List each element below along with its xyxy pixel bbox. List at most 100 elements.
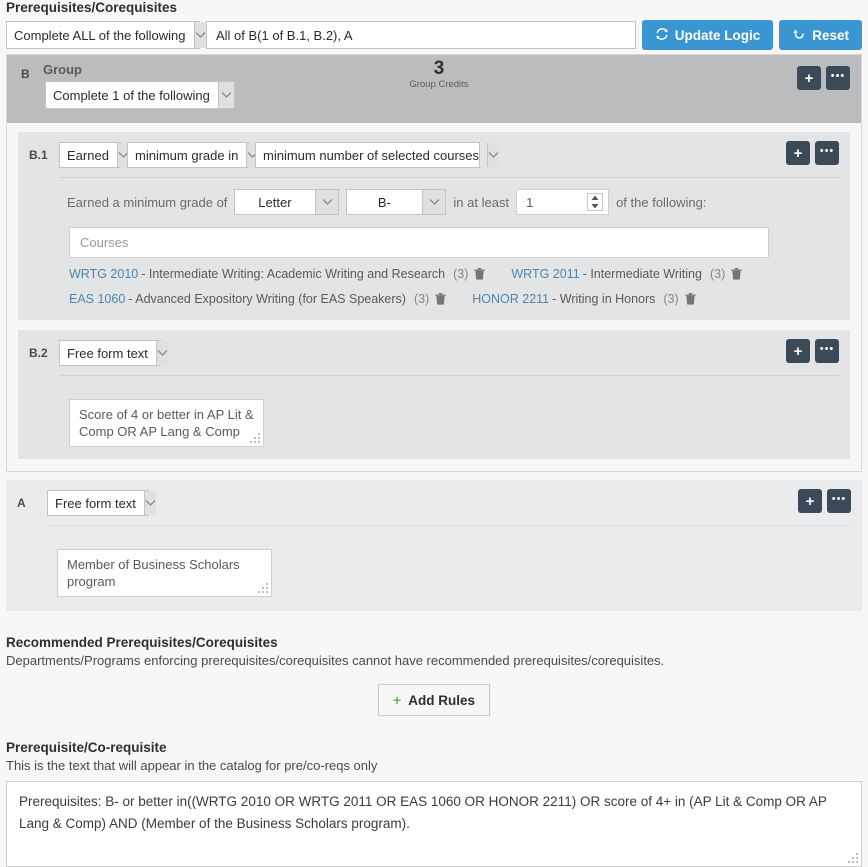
trash-icon[interactable] bbox=[731, 268, 742, 280]
completion-mode-value: Complete ALL of the following bbox=[14, 27, 186, 43]
criteria-mid-label: in at least bbox=[453, 194, 510, 210]
catalog-subtitle: This is the text that will appear in the… bbox=[6, 758, 378, 773]
top-logic-row: Complete ALL of the following All of B(1… bbox=[0, 18, 868, 52]
rule-b2-add-button[interactable]: + bbox=[786, 339, 810, 363]
catalog-text-textarea[interactable]: Prerequisites: B- or better in((WRTG 201… bbox=[6, 781, 862, 867]
rule-b2-letter: B.2 bbox=[29, 346, 48, 360]
rule-b1-select-earned[interactable]: Earned bbox=[59, 142, 129, 168]
rule-b1-select-scope[interactable]: minimum number of selected courses bbox=[255, 142, 500, 168]
course-count-value: 1 bbox=[526, 194, 534, 210]
grade-value-value: B- bbox=[377, 194, 391, 210]
course-row: EAS 1060 - Advanced Expository Writing (… bbox=[69, 292, 839, 306]
rule-b1-header: B.1 Earned minimum grade in minimum numb… bbox=[29, 141, 839, 169]
recommended-section: Recommended Prerequisites/Corequisites D… bbox=[0, 635, 868, 716]
rule-a-letter: A bbox=[17, 496, 26, 510]
logic-expression-value: All of B(1 of B.1, B.2), A bbox=[216, 27, 353, 43]
rule-a-add-button[interactable]: + bbox=[798, 489, 822, 513]
course-code[interactable]: HONOR 2211 bbox=[472, 292, 549, 306]
rule-a-type-select[interactable]: Free form text bbox=[47, 490, 156, 516]
chevron-down-icon bbox=[155, 341, 168, 365]
trash-icon[interactable] bbox=[685, 293, 696, 305]
group-b-mode-select[interactable]: Complete 1 of the following bbox=[45, 81, 235, 109]
group-b-actions: + ••• bbox=[792, 66, 850, 90]
rule-b1-letter: B.1 bbox=[29, 148, 48, 162]
rule-b1-select-condition[interactable]: minimum grade in bbox=[127, 142, 259, 168]
rule-b1-actions: + ••• bbox=[781, 141, 839, 165]
rule-b2-body: Score of 4 or better in AP Lit & Comp OR… bbox=[29, 376, 839, 447]
rule-a-header: A Free form text + ••• bbox=[17, 489, 851, 517]
list-item: EAS 1060 - Advanced Expository Writing (… bbox=[69, 292, 446, 306]
course-code[interactable]: EAS 1060 bbox=[69, 292, 125, 306]
reset-label: Reset bbox=[812, 27, 849, 43]
course-name: - Intermediate Writing: Academic Writing… bbox=[141, 267, 446, 281]
group-b-add-button[interactable]: + bbox=[797, 66, 821, 90]
resize-grip-icon[interactable] bbox=[249, 432, 260, 443]
update-logic-label: Update Logic bbox=[674, 27, 761, 43]
rule-b2-freeform-textarea[interactable]: Score of 4 or better in AP Lit & Comp OR… bbox=[69, 399, 264, 447]
group-b-title: Group bbox=[43, 62, 82, 77]
chevron-down-icon bbox=[193, 22, 206, 48]
course-name: - Advanced Expository Writing (for EAS S… bbox=[128, 292, 406, 306]
stepper-arrows-icon[interactable] bbox=[587, 193, 604, 211]
list-item: HONOR 2211 - Writing in Honors (3) bbox=[472, 292, 696, 306]
rule-b1-more-button[interactable]: ••• bbox=[815, 141, 839, 165]
rule-b2-type-value: Free form text bbox=[67, 345, 148, 361]
rule-b2: B.2 Free form text + ••• Score of 4 or b… bbox=[18, 330, 850, 459]
course-count-stepper[interactable]: 1 bbox=[516, 189, 610, 215]
rule-b2-actions: + ••• bbox=[781, 339, 839, 363]
course-code[interactable]: WRTG 2011 bbox=[511, 267, 579, 281]
rule-b2-type-select[interactable]: Free form text bbox=[59, 340, 168, 366]
rule-a-body: Member of Business Scholars program bbox=[17, 526, 851, 597]
rule-b1-select-scope-value: minimum number of selected courses bbox=[263, 147, 480, 163]
chevron-down-icon bbox=[487, 143, 500, 167]
chevron-down-icon bbox=[217, 82, 234, 108]
reset-button[interactable]: Reset bbox=[779, 20, 862, 50]
course-credits: (3) bbox=[413, 292, 430, 306]
completion-mode-select[interactable]: Complete ALL of the following bbox=[6, 21, 206, 49]
chevron-down-icon bbox=[143, 491, 156, 515]
recommended-note: Departments/Programs enforcing prerequis… bbox=[6, 653, 665, 668]
add-rules-button[interactable]: + Add Rules bbox=[378, 684, 490, 716]
catalog-section: Prerequisite/Co-requisite This is the te… bbox=[0, 740, 868, 867]
courses-search-input[interactable]: Courses bbox=[69, 227, 769, 258]
rule-a-freeform-value: Member of Business Scholars program bbox=[67, 557, 240, 589]
catalog-text-value: Prerequisites: B- or better in((WRTG 201… bbox=[19, 794, 827, 831]
logic-expression-input[interactable]: All of B(1 of B.1, B.2), A bbox=[206, 21, 636, 49]
grade-type-select[interactable]: Letter bbox=[234, 189, 340, 215]
course-name: - Intermediate Writing bbox=[582, 267, 702, 281]
group-credits-value: 3 bbox=[433, 58, 445, 79]
add-rules-wrap: + Add Rules bbox=[0, 684, 868, 716]
rule-b1: B.1 Earned minimum grade in minimum numb… bbox=[18, 132, 850, 320]
update-logic-button[interactable]: Update Logic bbox=[641, 20, 774, 50]
rule-a-freeform-textarea[interactable]: Member of Business Scholars program bbox=[57, 549, 272, 597]
add-rules-label: Add Rules bbox=[408, 692, 475, 708]
trash-icon[interactable] bbox=[435, 293, 446, 305]
criteria-prefix-label: Earned a minimum grade of bbox=[67, 194, 228, 210]
rule-b2-more-button[interactable]: ••• bbox=[815, 339, 839, 363]
courses-placeholder: Courses bbox=[80, 235, 129, 250]
rule-a-more-button[interactable]: ••• bbox=[827, 489, 851, 513]
trash-icon[interactable] bbox=[474, 268, 486, 280]
group-b-more-button[interactable]: ••• bbox=[826, 66, 850, 90]
rule-b1-add-button[interactable]: + bbox=[786, 141, 810, 165]
grade-type-value: Letter bbox=[258, 194, 292, 210]
plus-icon: + bbox=[393, 692, 402, 708]
group-b-body: B.1 Earned minimum grade in minimum numb… bbox=[7, 123, 861, 471]
chevron-down-icon bbox=[315, 190, 339, 214]
page-title: Prerequisites/Corequisites bbox=[6, 0, 178, 15]
group-credits-label: Group Credits bbox=[409, 79, 469, 90]
grade-value-select[interactable]: B- bbox=[346, 189, 447, 215]
course-code[interactable]: WRTG 2010 bbox=[69, 267, 138, 281]
rule-a: A Free form text + ••• Member of Busines… bbox=[6, 480, 862, 611]
rule-b1-select-earned-value: Earned bbox=[67, 147, 109, 163]
group-b-letter: B bbox=[21, 67, 30, 81]
prereq-editor-page: Prerequisites/Corequisites Complete ALL … bbox=[0, 0, 868, 867]
rule-b1-criteria-line: Earned a minimum grade of Letter B- in a… bbox=[59, 189, 839, 215]
resize-grip-icon[interactable] bbox=[257, 582, 268, 593]
selected-courses-list: WRTG 2010 - Intermediate Writing: Academ… bbox=[69, 267, 839, 306]
criteria-suffix-label: of the following: bbox=[616, 194, 707, 210]
course-credits: (3) bbox=[663, 292, 679, 306]
resize-grip-icon[interactable] bbox=[847, 852, 858, 863]
group-b-header: B Group Complete 1 of the following 3 Gr… bbox=[7, 55, 861, 123]
list-item: WRTG 2011 - Intermediate Writing (3) bbox=[511, 267, 742, 281]
